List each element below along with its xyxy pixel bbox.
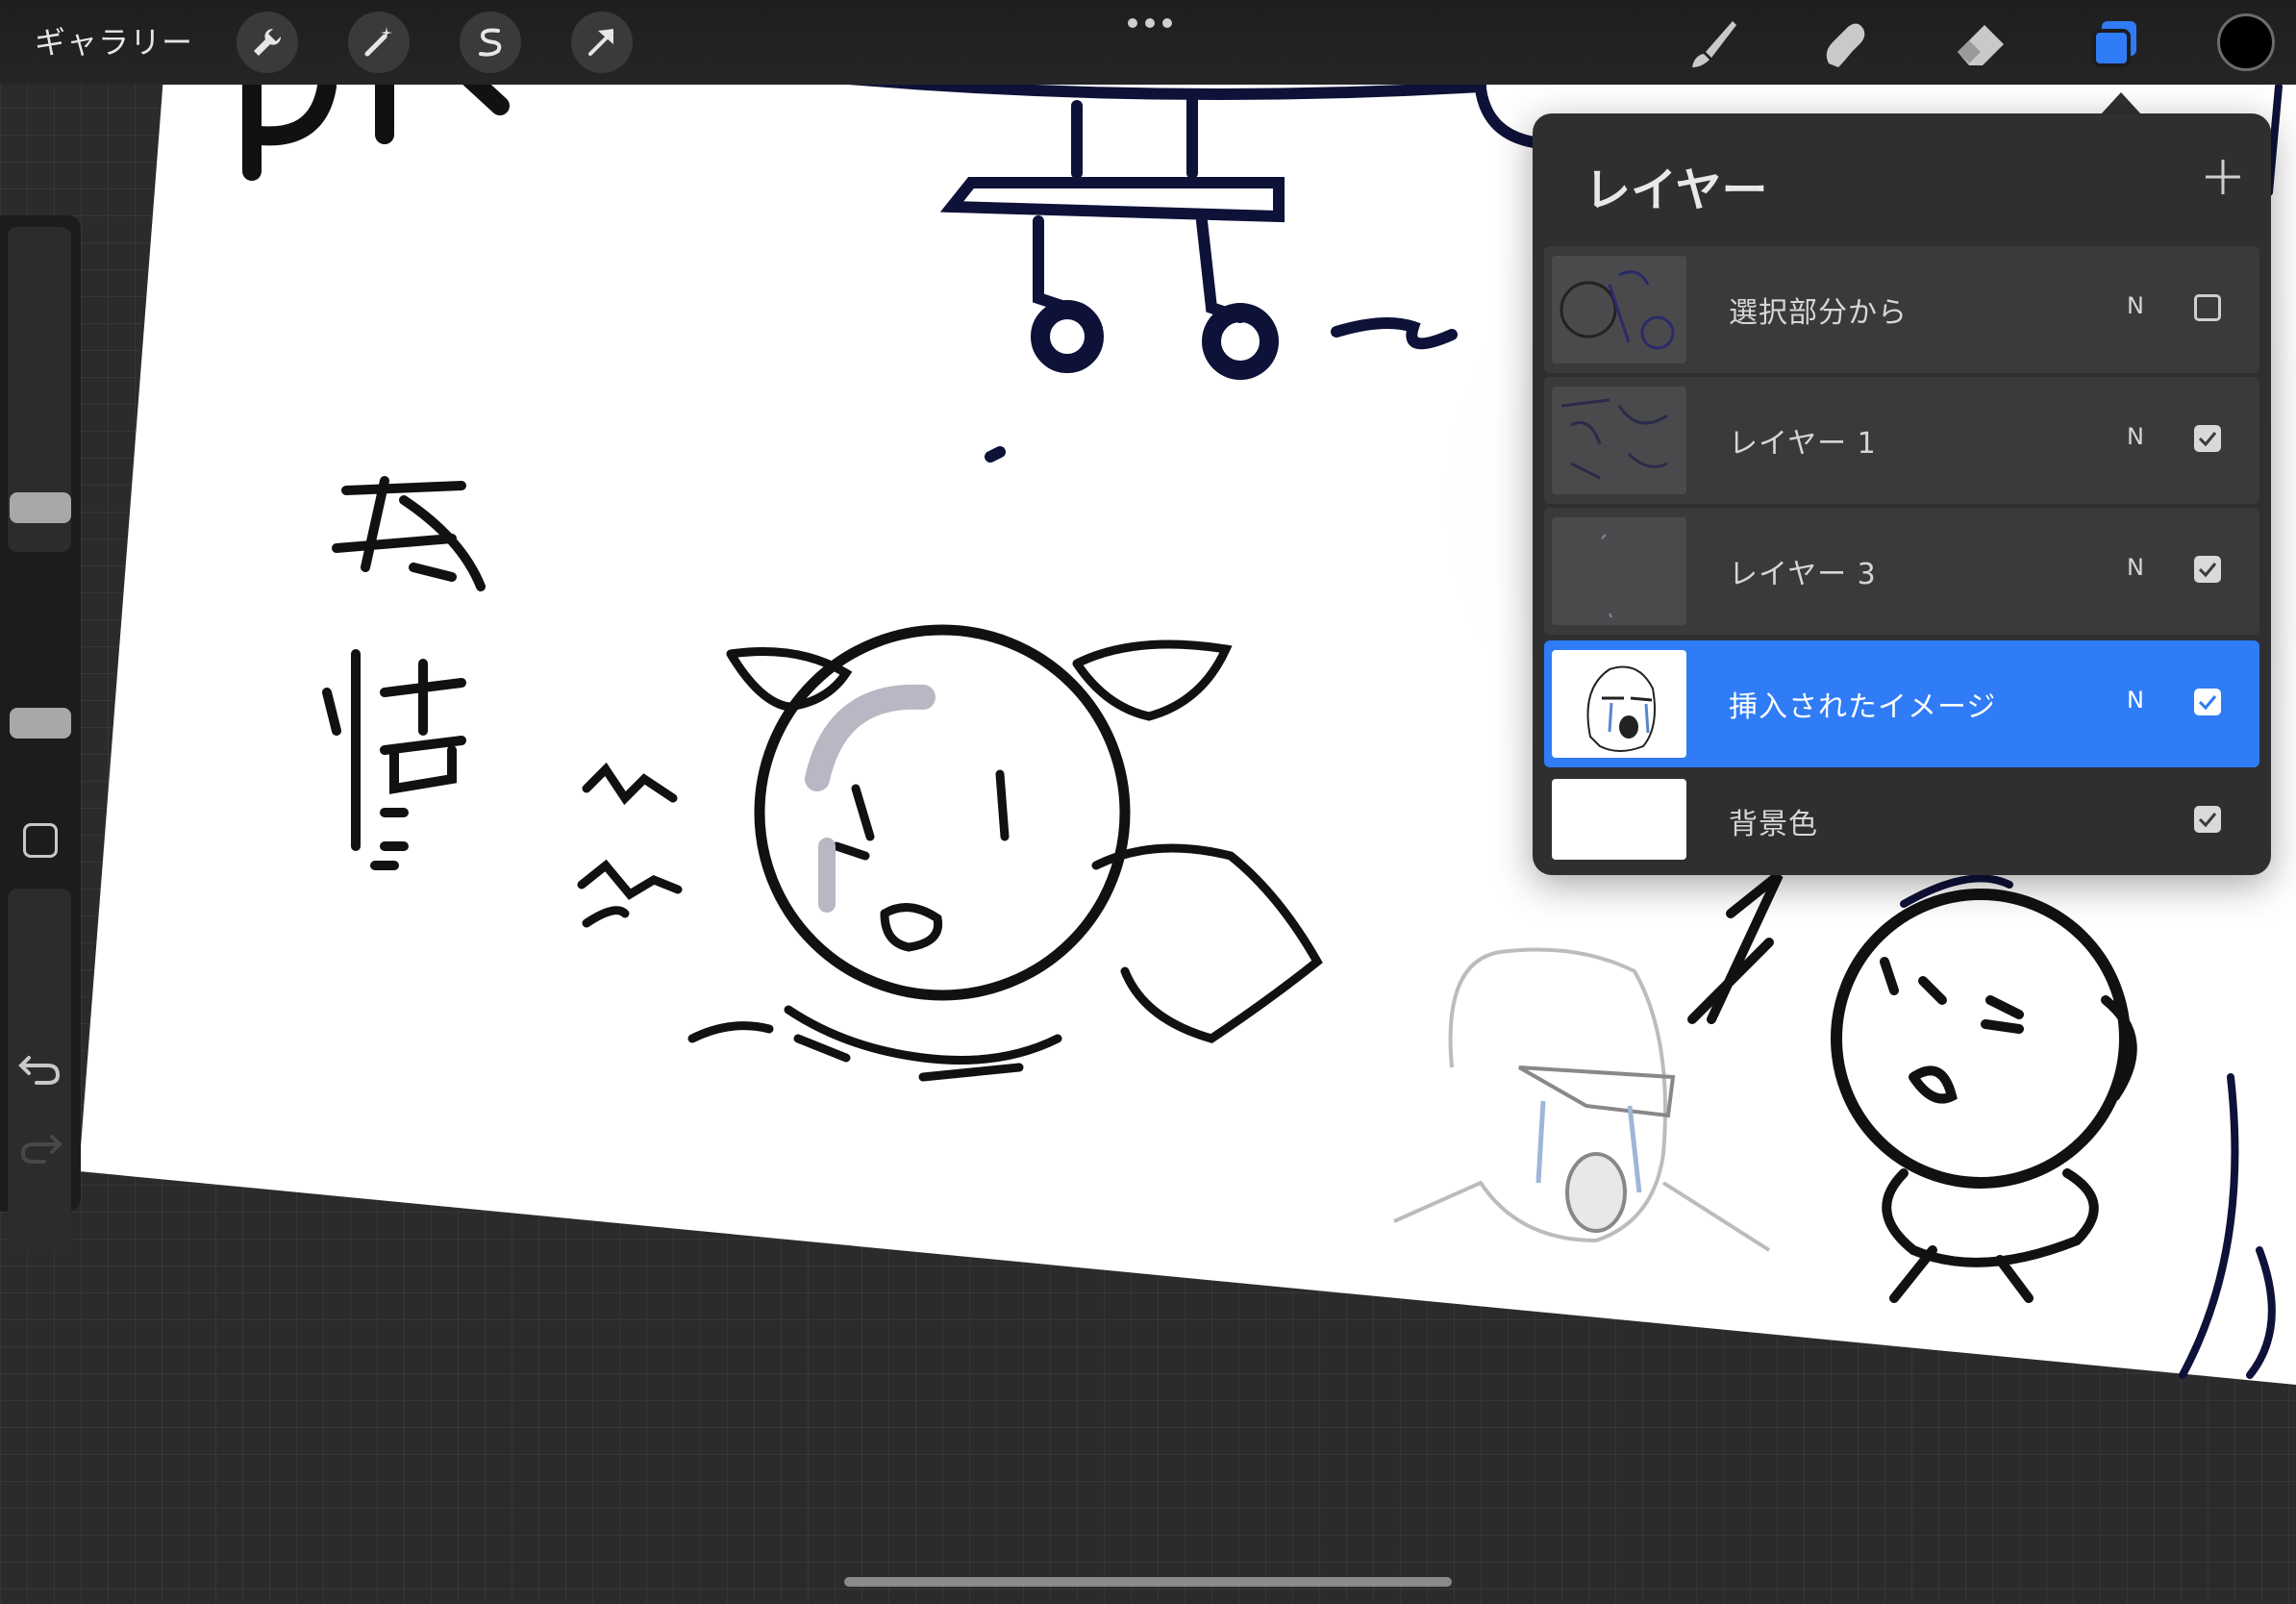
- visibility-checkbox[interactable]: [2194, 689, 2221, 715]
- layers-panel: レイヤー 選択部分から N レイヤー 1 N レイヤー 3 N 挿入されたイメー…: [1533, 113, 2271, 875]
- color-picker-button[interactable]: [2217, 13, 2275, 71]
- visibility-checkbox[interactable]: [2194, 556, 2221, 583]
- add-layer-icon[interactable]: [2202, 156, 2244, 198]
- checkmark-icon: [2198, 563, 2217, 578]
- gallery-button[interactable]: ギャラリー: [35, 19, 193, 65]
- background-layer-row[interactable]: 背景色: [1544, 771, 2259, 877]
- layer-thumbnail: [1552, 387, 1686, 494]
- checkmark-icon: [2198, 432, 2217, 447]
- layer-thumbnail: [1552, 517, 1686, 625]
- home-indicator[interactable]: [844, 1577, 1452, 1587]
- background-color-swatch[interactable]: [1552, 779, 1686, 860]
- undo-icon[interactable]: [17, 1050, 63, 1089]
- layer-name: 挿入されたイメージ: [1729, 690, 1997, 724]
- blend-mode-button[interactable]: N: [2127, 554, 2144, 581]
- layer-name: 選択部分から: [1729, 296, 1908, 330]
- layer-name: レイヤー 3: [1729, 558, 1877, 591]
- visibility-checkbox[interactable]: [2194, 294, 2221, 321]
- panel-title: レイヤー: [1585, 163, 1768, 217]
- eraser-icon[interactable]: [1950, 13, 2011, 75]
- layer-row[interactable]: レイヤー 1 N: [1544, 377, 2259, 504]
- selection-button[interactable]: [460, 12, 521, 73]
- visibility-checkbox[interactable]: [2194, 425, 2221, 452]
- layer-name: レイヤー 1: [1729, 427, 1877, 461]
- layers-icon[interactable]: [2084, 13, 2146, 75]
- layer-thumbnail: [1552, 650, 1686, 758]
- magic-wand-icon: [364, 27, 392, 57]
- smudge-icon[interactable]: [1815, 13, 1877, 75]
- transform-button[interactable]: [571, 12, 633, 73]
- transform-arrow-icon: [588, 29, 613, 56]
- blend-mode-button[interactable]: N: [2127, 423, 2144, 450]
- adjustments-button[interactable]: [348, 12, 410, 73]
- layer-row[interactable]: 選択部分から N: [1544, 246, 2259, 373]
- checkmark-icon: [2198, 695, 2217, 711]
- blend-mode-button[interactable]: N: [2127, 687, 2144, 714]
- redo-icon[interactable]: [17, 1129, 63, 1167]
- blend-mode-button[interactable]: N: [2127, 292, 2144, 319]
- opacity-thumb[interactable]: [10, 708, 71, 739]
- checkmark-icon: [2198, 813, 2217, 828]
- popover-arrow: [2100, 92, 2142, 115]
- layer-row[interactable]: レイヤー 3 N: [1544, 508, 2259, 635]
- visibility-checkbox[interactable]: [2194, 806, 2221, 833]
- brush-icon[interactable]: [1681, 13, 1742, 75]
- brush-size-thumb[interactable]: [10, 492, 71, 523]
- left-sidebar: [0, 215, 81, 1250]
- top-toolbar: ギャラリー: [0, 0, 2296, 85]
- layer-name: 背景色: [1729, 808, 1818, 841]
- more-options-icon[interactable]: [1123, 13, 1177, 33]
- actions-button[interactable]: [237, 12, 298, 73]
- layer-thumbnail: [1552, 256, 1686, 363]
- wrench-icon: [254, 28, 282, 56]
- selection-icon: [479, 28, 502, 57]
- layer-row-selected[interactable]: 挿入されたイメージ N: [1544, 640, 2259, 767]
- modify-button[interactable]: [23, 823, 58, 858]
